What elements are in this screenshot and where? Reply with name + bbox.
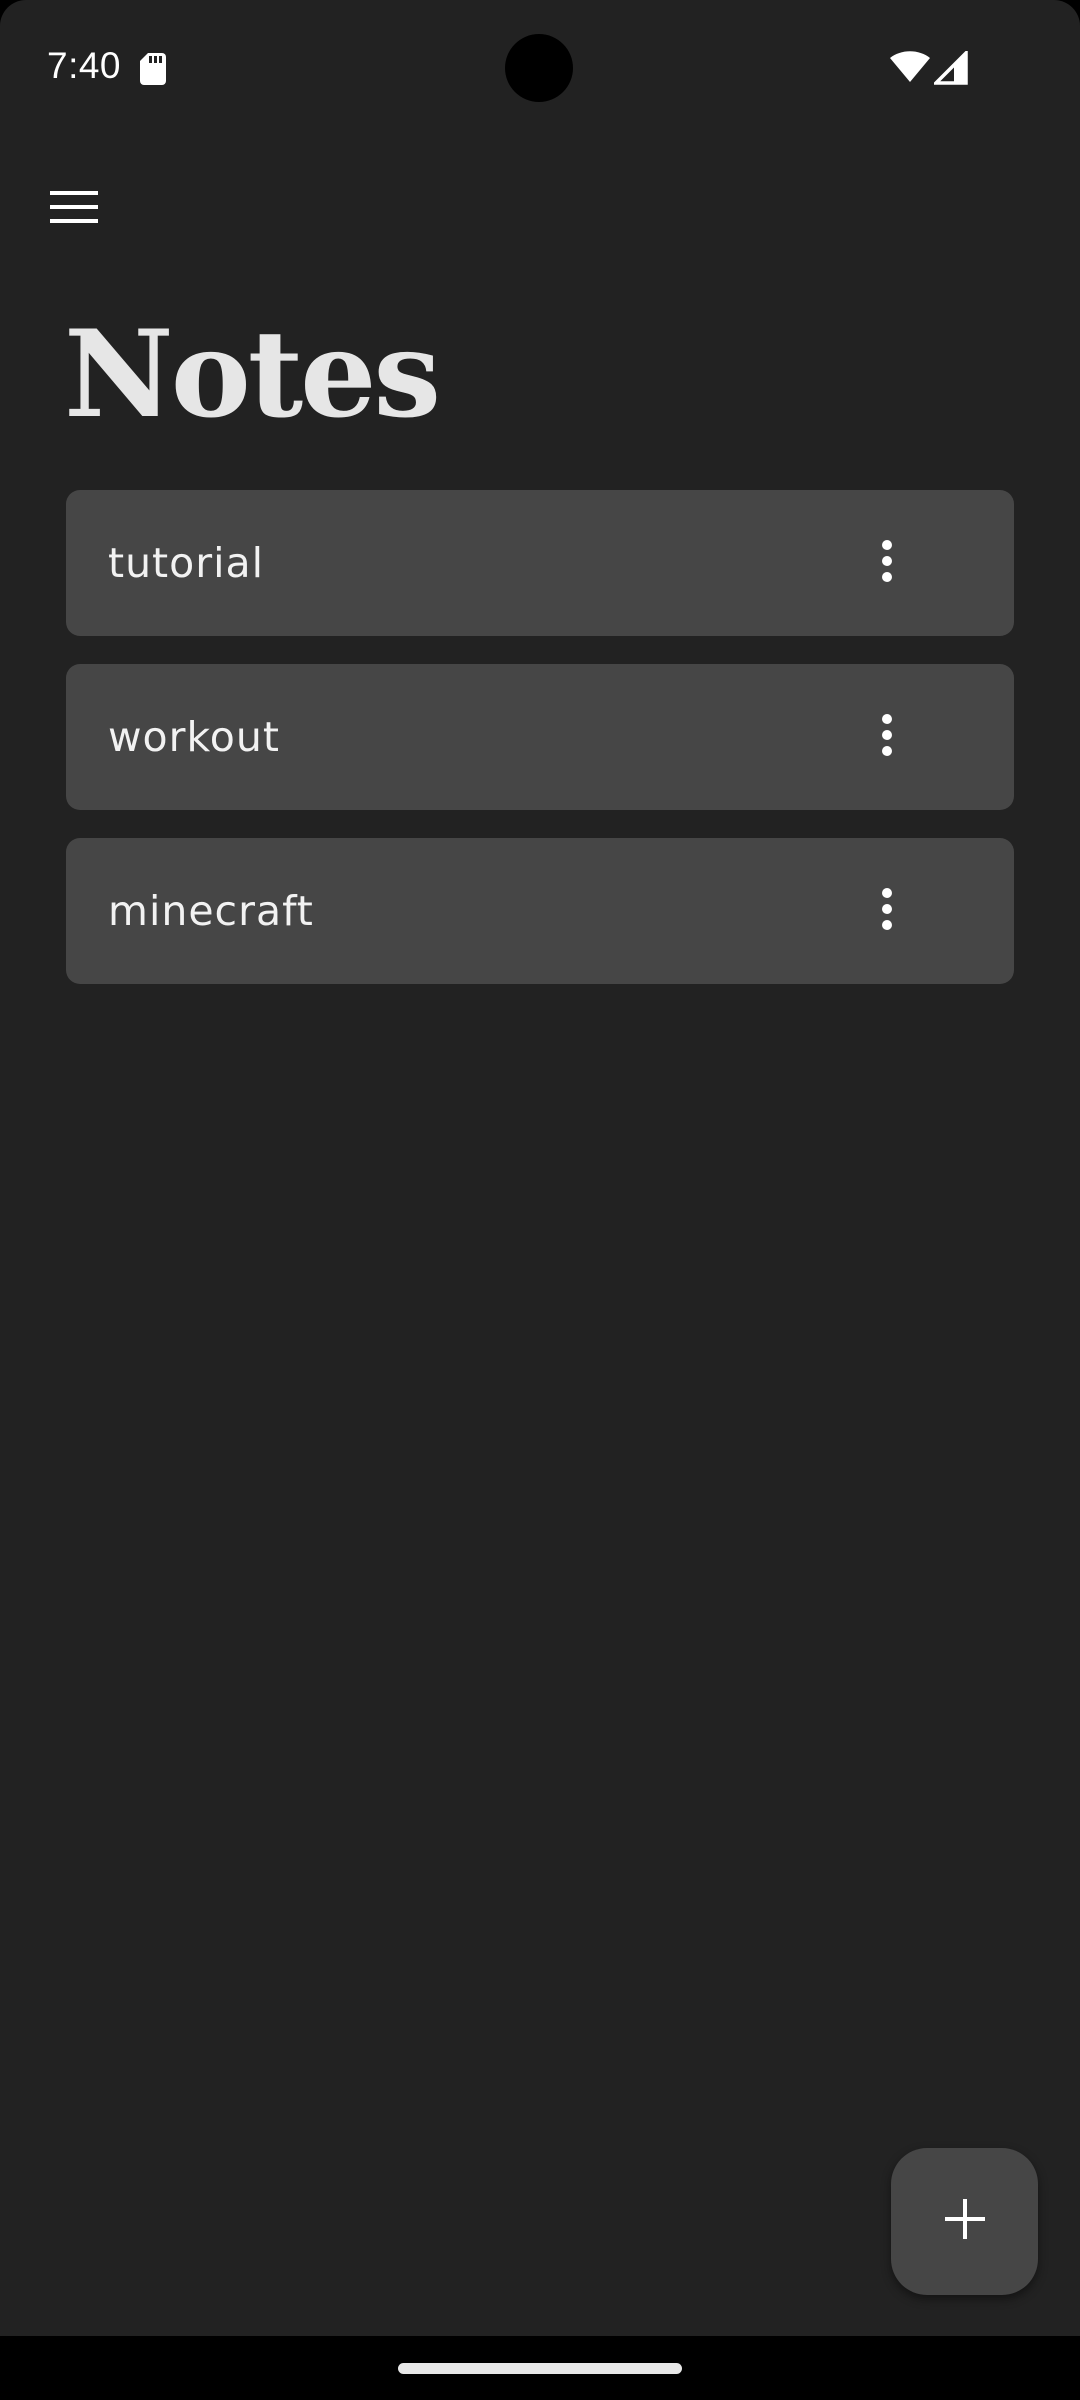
camera-cutout (505, 34, 573, 102)
note-title: tutorial (108, 539, 264, 587)
note-options-button[interactable] (852, 702, 922, 772)
page-title: Notes (64, 304, 441, 445)
more-vert-icon (881, 539, 893, 588)
menu-icon (50, 190, 98, 229)
note-options-button[interactable] (852, 876, 922, 946)
plus-icon (944, 2199, 985, 2244)
sd-card-icon (140, 53, 166, 85)
note-title: minecraft (108, 887, 314, 935)
note-card[interactable]: workout (66, 664, 1014, 810)
add-note-button[interactable] (891, 2148, 1038, 2295)
note-card[interactable]: tutorial (66, 490, 1014, 636)
note-title: workout (108, 713, 280, 761)
note-card[interactable]: minecraft (66, 838, 1014, 984)
wifi-icon (890, 51, 930, 83)
cell-signal-icon (931, 48, 968, 85)
status-time: 7:40 (47, 45, 122, 86)
note-options-button[interactable] (852, 528, 922, 598)
menu-button[interactable] (34, 174, 114, 244)
status-bar: 7:40 (0, 0, 1080, 135)
notes-list: tutorial workout minecraft (66, 490, 1014, 1012)
navigation-bar (0, 2336, 1080, 2400)
more-vert-icon (881, 713, 893, 762)
app-screen: 7:40 Notes tutorial workout minecraft (0, 0, 1080, 2336)
more-vert-icon (881, 887, 893, 936)
home-gesture-handle[interactable] (398, 2363, 682, 2374)
